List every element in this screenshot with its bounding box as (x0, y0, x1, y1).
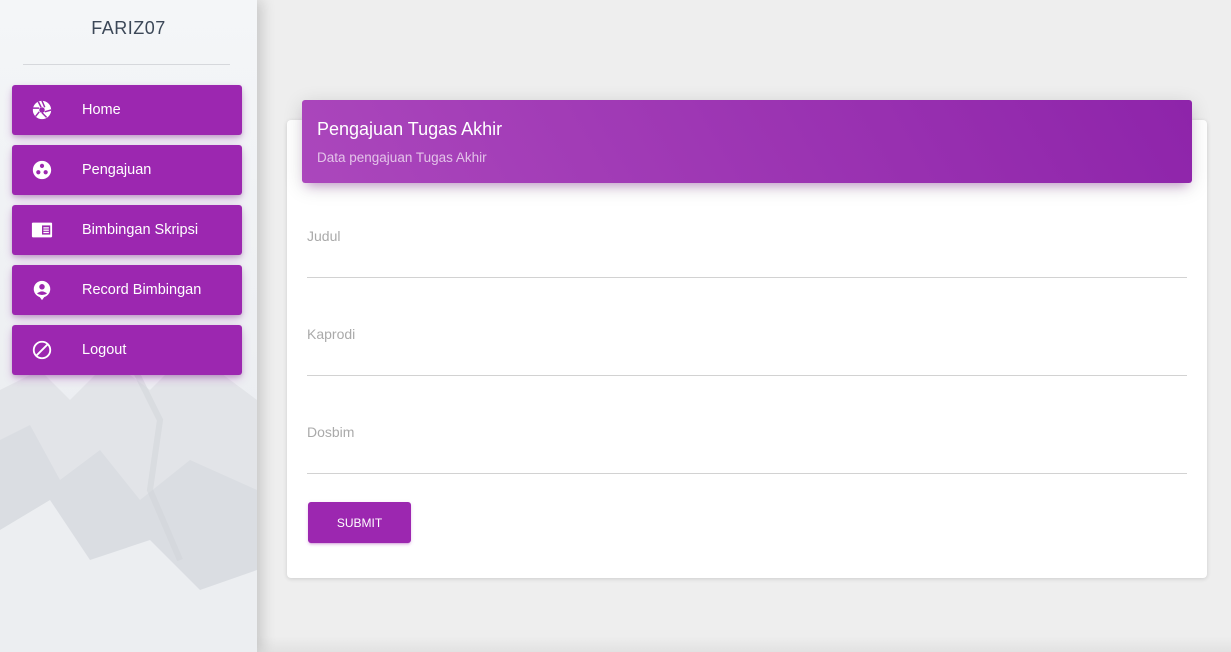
card-subtitle: Data pengajuan Tugas Akhir (317, 150, 487, 165)
sidebar-item-logout[interactable]: Logout (12, 325, 242, 375)
kaprodi-label: Kaprodi (307, 326, 356, 342)
sidebar-item-label: Pengajuan (82, 162, 152, 178)
brand-divider (23, 64, 230, 65)
sidebar-item-bimbingan-skripsi[interactable]: Bimbingan Skripsi (12, 205, 242, 255)
sidebar-item-label: Home (82, 102, 121, 118)
judul-field: Judul (307, 228, 1187, 282)
judul-input[interactable] (307, 250, 1187, 278)
sidebar-item-label: Bimbingan Skripsi (82, 222, 199, 238)
footer-shadow (257, 636, 1231, 652)
submit-button[interactable]: SUBMIT (308, 502, 411, 543)
sidebar-nav: Home Pengajuan Bimbingan Skripsi Record … (12, 85, 242, 385)
sidebar-item-label: Logout (82, 342, 127, 358)
sidebar-item-record-bimbingan[interactable]: Record Bimbingan (12, 265, 242, 315)
block-icon (31, 339, 53, 361)
kaprodi-field: Kaprodi (307, 326, 1187, 380)
sidebar-item-label: Record Bimbingan (82, 282, 202, 298)
featured-play-list-icon (31, 219, 53, 241)
dosbim-label: Dosbim (307, 424, 355, 440)
brand-title[interactable]: FARIZ07 (0, 18, 257, 39)
sidebar-item-home[interactable]: Home (12, 85, 242, 135)
card-title: Pengajuan Tugas Akhir (317, 119, 503, 139)
dosbim-field: Dosbim (307, 424, 1187, 478)
sidebar-item-pengajuan[interactable]: Pengajuan (12, 145, 242, 195)
bubble-chart-icon (31, 159, 53, 181)
account-circle-icon (31, 279, 53, 301)
dosbim-input[interactable] (307, 446, 1187, 474)
sidebar: FARIZ07 Home Pengajuan Bimbingan Skripsi… (0, 0, 257, 652)
judul-label: Judul (307, 228, 341, 244)
kaprodi-input[interactable] (307, 348, 1187, 376)
card-header: Pengajuan Tugas Akhir Data pengajuan Tug… (302, 100, 1192, 183)
aperture-icon (31, 99, 53, 121)
